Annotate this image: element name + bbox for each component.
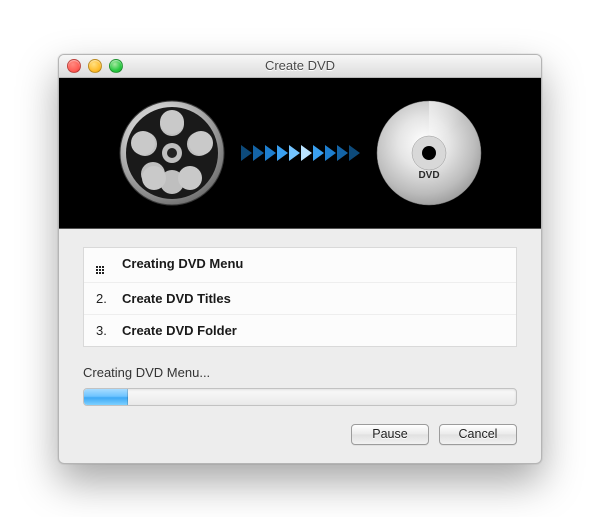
close-window-icon[interactable] xyxy=(67,59,81,73)
step-label: Create DVD Folder xyxy=(122,323,237,338)
pause-button[interactable]: Pause xyxy=(351,424,429,445)
button-row: Pause Cancel xyxy=(83,424,517,445)
step-label: Create DVD Titles xyxy=(122,291,231,306)
dialog-window: Create DVD xyxy=(58,54,542,464)
step-row: 3. Create DVD Folder xyxy=(84,315,516,346)
window-controls xyxy=(59,59,123,73)
step-number: 2. xyxy=(96,291,112,306)
titlebar: Create DVD xyxy=(59,55,541,78)
window-title: Create DVD xyxy=(59,58,541,73)
content-area: Creating DVD Menu 2. Create DVD Titles 3… xyxy=(59,229,541,463)
progress-fill xyxy=(84,389,128,405)
step-label: Creating DVD Menu xyxy=(122,256,243,274)
step-indicator xyxy=(96,256,112,274)
arrow-icon xyxy=(241,145,360,161)
spinner-icon xyxy=(96,266,106,274)
progress-bar xyxy=(83,388,517,406)
step-row: 2. Create DVD Titles xyxy=(84,283,516,315)
step-row: Creating DVD Menu xyxy=(84,248,516,283)
zoom-window-icon[interactable] xyxy=(109,59,123,73)
film-reel-icon xyxy=(117,98,227,208)
hero-graphic: DVD xyxy=(59,78,541,229)
status-text: Creating DVD Menu... xyxy=(83,365,517,380)
cancel-button[interactable]: Cancel xyxy=(439,424,517,445)
dvd-disc-icon: DVD xyxy=(374,98,484,208)
steps-list: Creating DVD Menu 2. Create DVD Titles 3… xyxy=(83,247,517,347)
minimize-window-icon[interactable] xyxy=(88,59,102,73)
dvd-label: DVD xyxy=(418,170,439,181)
step-number: 3. xyxy=(96,323,112,338)
